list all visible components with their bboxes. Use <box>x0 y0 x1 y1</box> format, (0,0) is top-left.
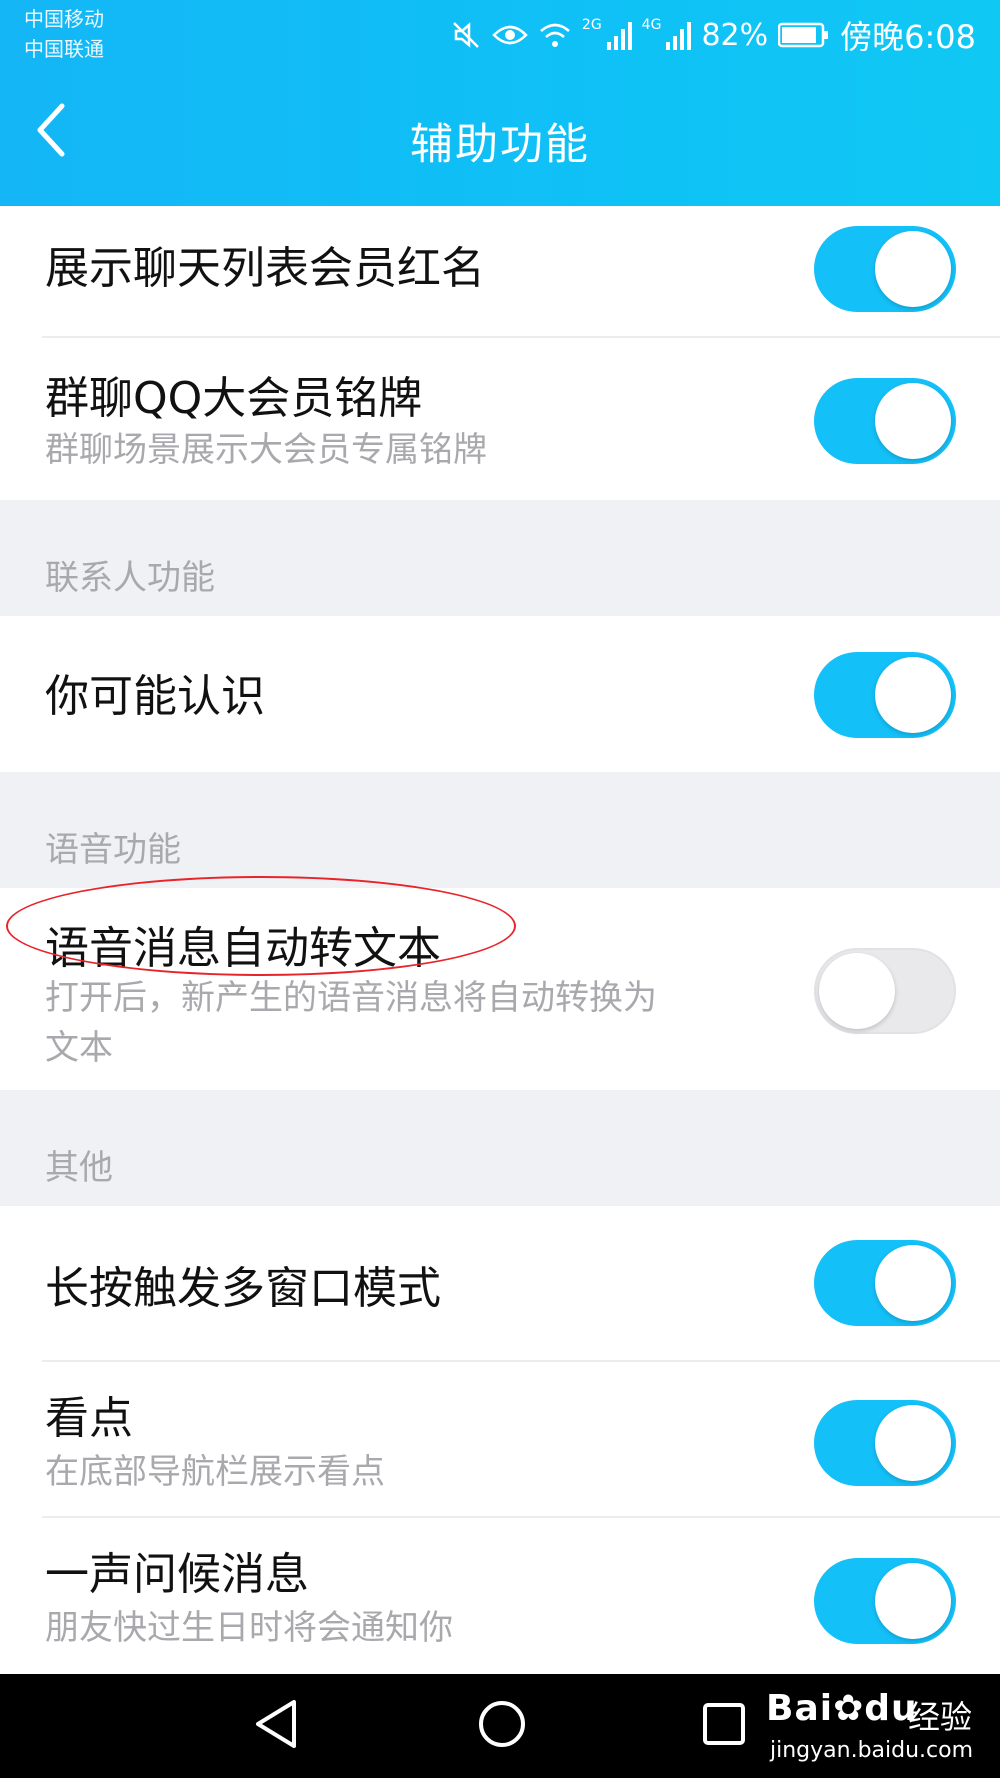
battery-percent: 82% <box>701 17 769 53</box>
page-title: 辅助功能 <box>410 120 590 170</box>
clock: 傍晚6:08 <box>840 18 976 56</box>
battery-icon <box>778 21 830 49</box>
toggle-switch[interactable] <box>814 378 956 464</box>
toggle-switch[interactable] <box>814 1400 956 1486</box>
toggle-knob <box>875 383 951 459</box>
mute-icon <box>450 19 482 51</box>
setting-title: 展示聊天列表会员红名 <box>45 243 485 294</box>
nav-bar: 辅助功能 <box>0 70 1000 206</box>
back-triangle-icon <box>256 1700 296 1748</box>
setting-title: 一声问候消息 <box>45 1549 309 1600</box>
setting-row[interactable]: 一声问候消息 朋友快过生日时将会通知你 <box>0 1518 1000 1680</box>
app-header: 中国移动 中国联通 2G 4G 82% 傍晚6:08 辅助功能 <box>0 0 1000 206</box>
toggle-switch[interactable] <box>814 948 956 1034</box>
setting-title: 你可能认识 <box>45 671 265 722</box>
toggle-switch[interactable] <box>814 1240 956 1326</box>
section-label: 其他 <box>45 1148 113 1188</box>
baidu-logo: Bai✿du <box>766 1688 918 1729</box>
setting-subtitle: 文本 <box>45 1028 113 1068</box>
setting-title: 长按触发多窗口模式 <box>45 1263 441 1314</box>
toggle-switch[interactable] <box>814 226 956 312</box>
section-label: 联系人功能 <box>45 558 215 598</box>
wifi-icon <box>538 21 572 49</box>
system-home-button[interactable] <box>476 1696 528 1756</box>
system-back-button[interactable] <box>252 1696 300 1756</box>
setting-subtitle: 朋友快过生日时将会通知你 <box>45 1608 453 1648</box>
watermark-jingyan: 经验 <box>908 1698 973 1736</box>
network-type-1: 2G <box>581 17 602 33</box>
highlight-ellipse <box>6 876 516 976</box>
recents-square-icon <box>703 1703 745 1745</box>
setting-title: 群聊QQ大会员铭牌 <box>45 373 423 424</box>
home-circle-icon <box>479 1701 525 1747</box>
setting-row[interactable]: 群聊QQ大会员铭牌 群聊场景展示大会员专属铭牌 <box>0 338 1000 500</box>
toggle-knob <box>875 1245 951 1321</box>
eye-icon <box>492 21 528 49</box>
baidu-watermark: Bai✿du 经验 jingyan.baidu.com <box>766 1682 976 1772</box>
section-header: 联系人功能 <box>0 500 1000 616</box>
toggle-knob <box>875 1405 951 1481</box>
network-type-2: 4G <box>641 17 662 33</box>
toggle-switch[interactable] <box>814 652 956 738</box>
section-header: 其他 <box>0 1090 1000 1206</box>
system-recents-button[interactable] <box>700 1696 748 1756</box>
watermark-url: jingyan.baidu.com <box>770 1738 974 1763</box>
setting-title: 看点 <box>45 1393 133 1444</box>
section-label: 语音功能 <box>45 830 181 870</box>
setting-row[interactable]: 长按触发多窗口模式 <box>0 1206 1000 1362</box>
section-header: 语音功能 <box>0 772 1000 888</box>
toggle-knob <box>819 953 895 1029</box>
setting-subtitle: 群聊场景展示大会员专属铭牌 <box>45 430 487 470</box>
signal-icon <box>665 20 692 50</box>
setting-subtitle: 在底部导航栏展示看点 <box>45 1452 385 1492</box>
setting-row[interactable]: 展示聊天列表会员红名 <box>0 206 1000 338</box>
status-icons: 2G 4G 82% 傍晚6:08 <box>450 12 976 58</box>
toggle-knob <box>875 657 951 733</box>
setting-subtitle: 打开后，新产生的语音消息将自动转换为 <box>45 978 657 1018</box>
toggle-switch[interactable] <box>814 1558 956 1644</box>
system-nav-bar: Bai✿du 经验 jingyan.baidu.com <box>0 1674 1000 1778</box>
carrier-1: 中国移动 <box>24 7 104 31</box>
status-bar: 中国移动 中国联通 2G 4G 82% 傍晚6:08 <box>0 0 1000 70</box>
setting-row[interactable]: 看点 在底部导航栏展示看点 <box>0 1362 1000 1518</box>
toggle-knob <box>875 1563 951 1639</box>
setting-row[interactable]: 你可能认识 <box>0 616 1000 772</box>
toggle-knob <box>875 231 951 307</box>
carrier-2: 中国联通 <box>24 37 104 61</box>
signal-icon <box>606 20 632 50</box>
